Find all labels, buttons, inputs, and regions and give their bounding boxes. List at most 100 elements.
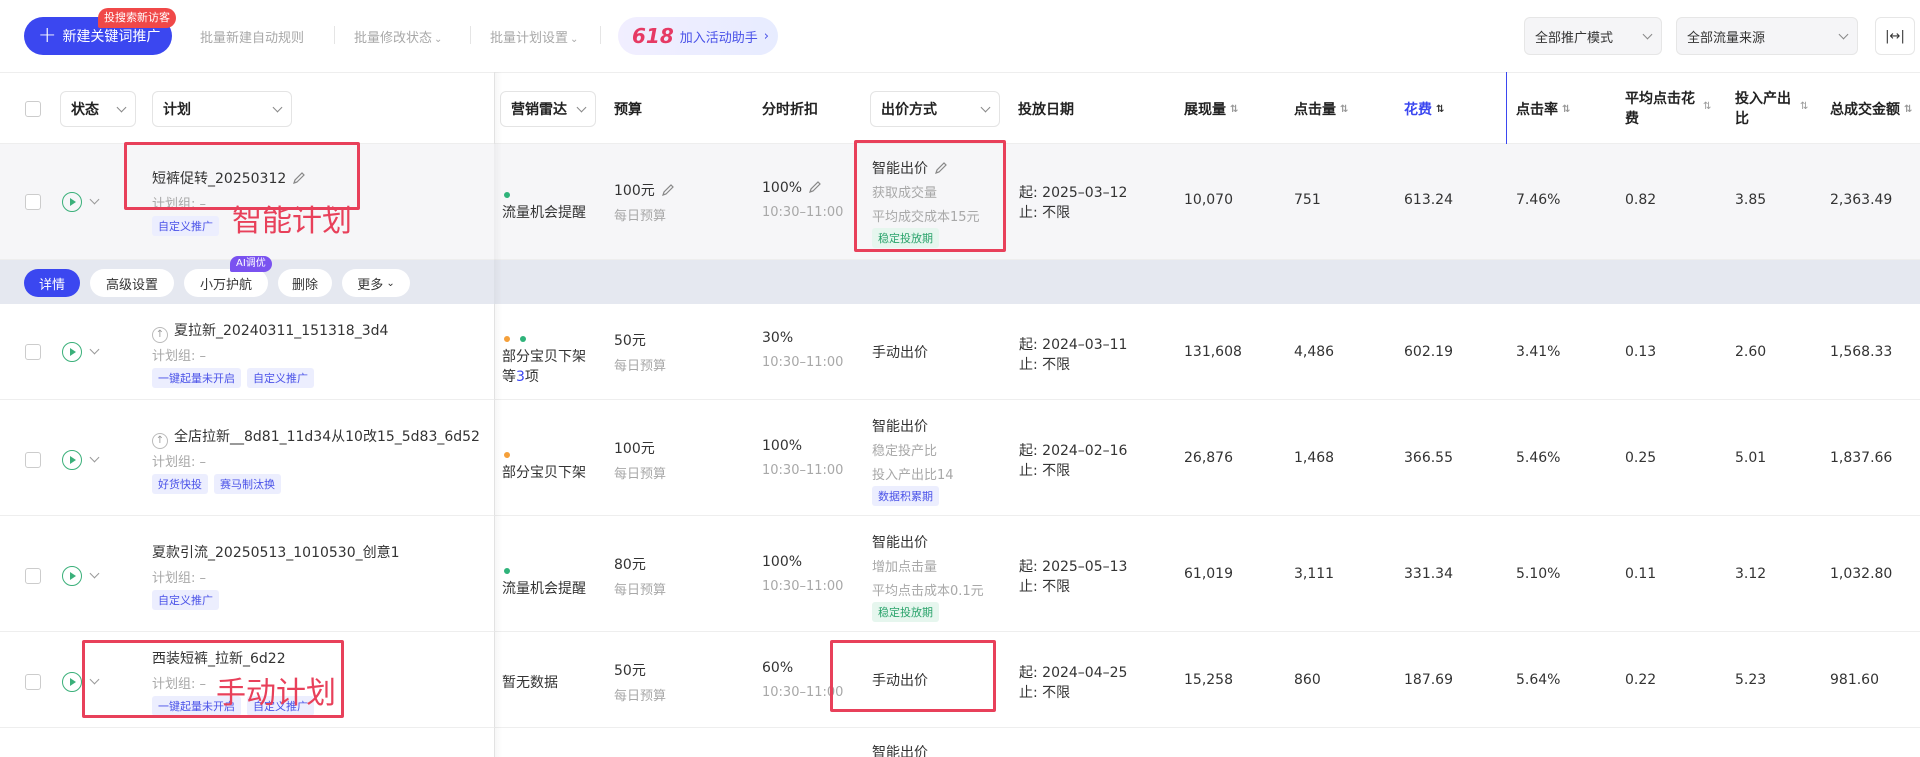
chevron-down-icon[interactable] — [89, 344, 100, 355]
gmv-value: 1,837.66 — [1830, 450, 1893, 466]
delete-button[interactable]: 删除 — [278, 269, 332, 297]
status-dot — [504, 336, 510, 342]
plan-tags: 自定义推广 — [152, 216, 225, 236]
play-status-icon[interactable] — [62, 450, 82, 470]
radar-more[interactable]: 等3项 — [502, 366, 539, 386]
plan-name-text: 夏拉新_20240311_151318_3d4 — [174, 323, 389, 339]
plan-tag: 赛马制汰换 — [214, 474, 281, 494]
row-checkbox[interactable] — [25, 452, 41, 468]
row-checkbox[interactable] — [25, 344, 41, 360]
bid-phase: 数据积累期 — [872, 486, 945, 506]
status-dot — [520, 336, 526, 342]
bid-method[interactable]: 智能出价 — [872, 742, 928, 757]
edit-pencil-icon[interactable] — [808, 180, 822, 194]
cpc-value: 0.11 — [1625, 566, 1657, 582]
table-row[interactable]: ↑ 夏拉新_20240311_151318_3d4 计划组: – 一键起量未开启自… — [0, 304, 1920, 400]
detail-button[interactable]: 详情 — [24, 269, 80, 297]
assistant-button[interactable]: 小万护航 — [184, 269, 268, 297]
chevron-down-icon[interactable] — [89, 568, 100, 579]
cost-value: 331.34 — [1404, 566, 1453, 582]
sort-icon: ⇅ — [1340, 103, 1349, 115]
gmv-value: 981.60 — [1830, 672, 1879, 688]
discount-value[interactable]: 60% — [762, 660, 793, 676]
play-status-icon[interactable] — [62, 342, 82, 362]
ctr-header[interactable]: 点击率 ⇅ — [1516, 73, 1570, 145]
impressions-header[interactable]: 展现量 ⇅ — [1184, 73, 1238, 145]
cpc-value: 0.22 — [1625, 672, 1657, 688]
activity-assistant-button[interactable]: 618 加入活动助手 › — [618, 17, 778, 55]
sort-icon: ⇅ — [1904, 103, 1913, 115]
row-checkbox[interactable] — [25, 674, 41, 690]
status-filter-select[interactable]: 状态 — [60, 91, 136, 127]
chevron-down-icon: ⌄ — [386, 277, 395, 289]
discount-value[interactable]: 100% — [762, 554, 802, 570]
bid-method[interactable]: 智能出价 — [872, 416, 928, 436]
radar-text[interactable]: 部分宝贝下架 — [502, 462, 586, 482]
bid-method-select[interactable]: 出价方式 — [870, 91, 1000, 127]
budget-value[interactable]: 50元 — [614, 660, 646, 680]
ctr-value: 3.41% — [1516, 344, 1561, 360]
chevron-down-icon[interactable] — [89, 194, 100, 205]
batch-plan-button[interactable]: 批量计划设置 ⌄ — [490, 27, 578, 46]
roi-header[interactable]: 投入产出 比 — [1735, 73, 1791, 145]
plan-header: 计划 — [163, 102, 191, 118]
bid-method[interactable]: 手动出价 — [872, 342, 928, 362]
edit-pencil-icon[interactable] — [661, 183, 675, 197]
play-status-icon[interactable] — [62, 672, 82, 692]
roi-value: 5.23 — [1735, 672, 1767, 688]
budget-value[interactable]: 80元 — [614, 554, 646, 574]
plan-group: 计划组: – — [152, 571, 207, 586]
row-checkbox[interactable] — [25, 194, 41, 210]
budget-value[interactable]: 100元 — [614, 438, 655, 458]
promotion-mode-select[interactable]: 全部推广模式 — [1524, 17, 1662, 55]
column-width-button[interactable]: |↔| — [1875, 17, 1915, 55]
promo-618-logo: 618 — [632, 24, 674, 48]
sticky-column-divider — [1506, 72, 1507, 144]
select-all-checkbox[interactable] — [25, 101, 41, 117]
batch-status-button[interactable]: 批量修改状态 ⌄ — [354, 27, 442, 46]
date-header: 投放日期 — [1018, 102, 1074, 118]
batch-rule-button[interactable]: 批量新建自动规则 — [200, 27, 304, 46]
discount-time: 10:30–11:00 — [762, 463, 844, 478]
plan-filter-select[interactable]: 计划 — [152, 91, 292, 127]
play-status-icon[interactable] — [62, 192, 82, 212]
row-checkbox[interactable] — [25, 568, 41, 584]
radar-text[interactable]: 流量机会提醒 — [502, 578, 586, 598]
sort-icon[interactable]: ⇅ — [1800, 101, 1808, 112]
impressions-value: 26,876 — [1184, 450, 1233, 466]
traffic-source-select[interactable]: 全部流量来源 — [1676, 17, 1858, 55]
advanced-settings-button[interactable]: 高级设置 — [90, 269, 174, 297]
status-dot — [504, 568, 510, 574]
plan-name[interactable]: ↑ 夏拉新_20240311_151318_3d4 — [152, 320, 388, 343]
chevron-down-icon: ⌄ — [434, 34, 443, 45]
play-status-icon[interactable] — [62, 566, 82, 586]
clicks-value: 4,486 — [1294, 344, 1335, 360]
batch-status-label: 批量修改状态 — [354, 31, 433, 46]
gmv-header[interactable]: 总成交金额 ⇅ — [1830, 73, 1912, 145]
bid-method[interactable]: 智能出价 — [872, 532, 928, 552]
discount-value[interactable]: 100% — [762, 438, 802, 454]
discount-value[interactable]: 30% — [762, 330, 793, 346]
radar-text[interactable]: 部分宝贝下架 — [502, 346, 586, 366]
sort-icon[interactable]: ⇅ — [1703, 101, 1711, 112]
cost-header-label: 花费 — [1404, 102, 1432, 118]
plan-name[interactable]: ↑ 全店拉新__8d81_11d34从10改15_5d83_6d52 — [152, 426, 480, 449]
end-date: 止: 不限 — [1019, 205, 1071, 221]
plan-name[interactable]: 夏款引流_20250513_1010530_创意1 — [152, 542, 400, 562]
budget-sub: 每日预算 — [614, 467, 667, 482]
radar-filter-select[interactable]: 营销雷达 — [500, 91, 596, 127]
discount-value[interactable]: 100% — [762, 180, 822, 196]
bid-target: 投入产出比14 — [872, 468, 954, 483]
table-row[interactable]: ↑ 全店拉新__8d81_11d34从10改15_5d83_6d52 计划组: –… — [0, 400, 1920, 516]
radar-text[interactable]: 流量机会提醒 — [502, 202, 586, 222]
table-row[interactable]: 智能出价 — [0, 728, 1920, 757]
more-button[interactable]: 更多 ⌄ — [342, 269, 410, 297]
budget-value[interactable]: 100元 — [614, 180, 675, 200]
budget-value[interactable]: 50元 — [614, 330, 646, 350]
table-row[interactable]: 夏款引流_20250513_1010530_创意1 计划组: – 自定义推广 流… — [0, 516, 1920, 632]
clicks-header[interactable]: 点击量 ⇅ — [1294, 73, 1348, 145]
chevron-down-icon[interactable] — [89, 452, 100, 463]
status-dot — [504, 192, 510, 198]
toolbar: + 新建关键词推广 投搜索新访客 批量新建自动规则 批量修改状态 ⌄ 批量计划设置… — [0, 0, 1920, 72]
cost-header[interactable]: 花费 ⇅ — [1404, 73, 1444, 145]
